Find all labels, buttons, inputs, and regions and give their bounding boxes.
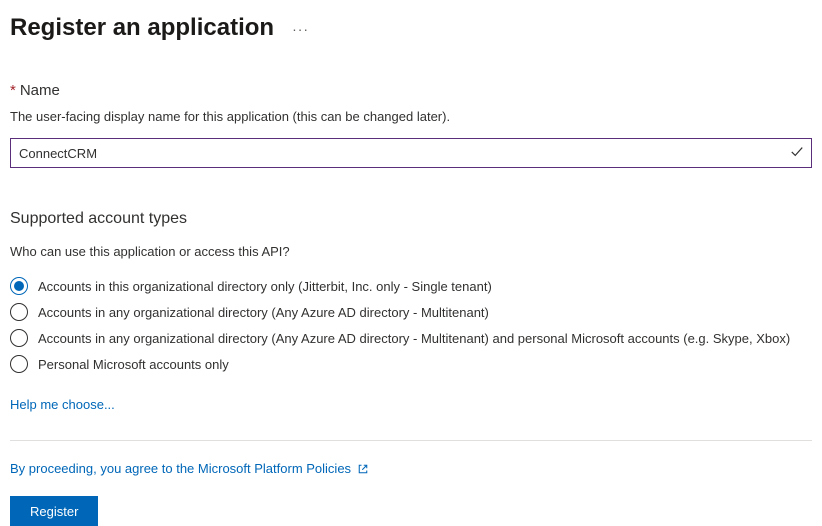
divider — [10, 440, 812, 441]
account-types-description: Who can use this application or access t… — [10, 244, 812, 259]
required-indicator: * — [10, 82, 16, 99]
more-icon[interactable]: ··· — [292, 21, 309, 37]
platform-policies-link[interactable]: By proceeding, you agree to the Microsof… — [10, 461, 351, 476]
account-type-option-multitenant-personal[interactable]: Accounts in any organizational directory… — [10, 325, 812, 351]
name-label-text: Name — [20, 82, 60, 99]
radio-icon — [10, 277, 28, 295]
name-label: *Name — [10, 82, 812, 99]
page-title: Register an application — [10, 14, 274, 42]
radio-label: Accounts in any organizational directory… — [38, 305, 489, 320]
radio-label: Accounts in this organizational director… — [38, 279, 492, 294]
radio-label: Accounts in any organizational directory… — [38, 331, 790, 346]
account-types-radio-group: Accounts in this organizational director… — [10, 273, 812, 377]
register-button[interactable]: Register — [10, 496, 98, 526]
radio-icon — [10, 303, 28, 321]
radio-icon — [10, 355, 28, 373]
radio-label: Personal Microsoft accounts only — [38, 357, 229, 372]
name-input[interactable] — [10, 138, 812, 168]
name-description: The user-facing display name for this ap… — [10, 109, 812, 124]
account-type-option-multitenant[interactable]: Accounts in any organizational directory… — [10, 299, 812, 325]
help-me-choose-link[interactable]: Help me choose... — [10, 397, 115, 412]
radio-icon — [10, 329, 28, 347]
account-type-option-personal-only[interactable]: Personal Microsoft accounts only — [10, 351, 812, 377]
account-types-title: Supported account types — [10, 210, 812, 228]
account-type-option-single-tenant[interactable]: Accounts in this organizational director… — [10, 273, 812, 299]
external-link-icon — [357, 463, 369, 475]
